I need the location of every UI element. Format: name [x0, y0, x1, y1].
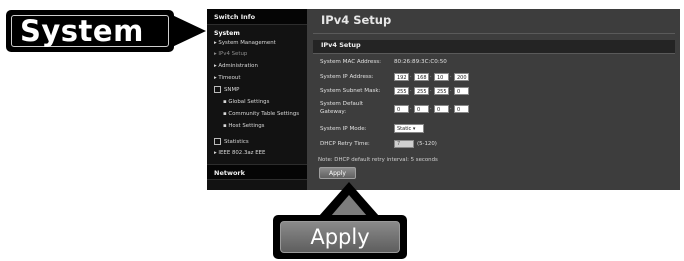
- default-gateway-label-line2: Gateway:: [320, 109, 347, 115]
- sidebar-item-label: Timeout: [218, 75, 241, 81]
- divider: [313, 33, 675, 34]
- system-callout-label: System: [20, 14, 144, 48]
- gateway-separator: .: [450, 105, 452, 111]
- sidebar-item-ieee-eee[interactable]: ▸ IEEE 802.3az EEE: [214, 150, 265, 156]
- sidebar-item-label: IEEE 802.3az EEE: [218, 150, 266, 156]
- expand-box-icon: [214, 138, 221, 145]
- subnet-mask-label: System Subnet Mask:: [320, 88, 381, 94]
- subnet-octet-3[interactable]: 255: [434, 87, 449, 95]
- gateway-octet-2[interactable]: 0: [414, 105, 429, 113]
- sidebar-item-label: Community Table Settings: [228, 111, 300, 117]
- mac-address-label: System MAC Address:: [320, 59, 382, 65]
- ip-separator: .: [450, 73, 452, 79]
- dhcp-retry-range: (5-120): [417, 141, 437, 147]
- sidebar-header-switch-info[interactable]: Switch Info: [207, 9, 307, 25]
- ip-separator: .: [410, 73, 412, 79]
- sidebar-item-system-management[interactable]: ▸ System Management: [214, 40, 276, 46]
- ip-octet-3[interactable]: 10: [434, 73, 449, 81]
- gateway-separator: .: [410, 105, 412, 111]
- dhcp-note: Note: DHCP default retry interval: 5 sec…: [318, 157, 438, 163]
- callout-pointer-arrow-inner: [331, 195, 367, 216]
- gateway-octet-3[interactable]: 0: [434, 105, 449, 113]
- sidebar-item-label: Administration: [218, 63, 258, 69]
- sidebar-header-network[interactable]: Network: [207, 164, 307, 180]
- subnet-separator: .: [450, 87, 452, 93]
- ip-octet-4[interactable]: 200: [454, 73, 469, 81]
- ip-mode-value: Static: [397, 126, 412, 132]
- subnet-octet-2[interactable]: 255: [414, 87, 429, 95]
- sidebar-item-label: SNMP: [224, 87, 240, 93]
- subnet-separator: .: [410, 87, 412, 93]
- section-header: IPv4 Setup: [313, 40, 675, 54]
- callout-pointer-arrow: [170, 14, 206, 48]
- gateway-octet-1[interactable]: 0: [394, 105, 409, 113]
- ip-octet-1[interactable]: 192: [394, 73, 409, 81]
- gateway-separator: .: [430, 105, 432, 111]
- sidebar-item-system[interactable]: System: [214, 30, 240, 37]
- ip-mode-select[interactable]: Static ▾: [394, 124, 424, 133]
- ip-mode-label: System IP Mode:: [320, 126, 367, 132]
- gateway-octet-4[interactable]: 0: [454, 105, 469, 113]
- dhcp-retry-input[interactable]: 7: [394, 140, 414, 148]
- sidebar-item-timeout[interactable]: ▸ Timeout: [214, 75, 240, 81]
- sidebar-item-host-settings[interactable]: ▪ Host Settings: [223, 123, 264, 129]
- chevron-down-icon: ▾: [412, 126, 416, 132]
- sidebar-item-community-table-settings[interactable]: ▪ Community Table Settings: [223, 111, 299, 117]
- dhcp-retry-label: DHCP Retry Time:: [320, 141, 370, 147]
- sidebar-item-ipv4-setup[interactable]: ▸ IPv4 Setup: [214, 51, 247, 57]
- sidebar-item-administration[interactable]: ▸ Administration: [214, 63, 258, 69]
- mac-address-value: 80:26:89:3C:C0:50: [394, 59, 447, 65]
- subnet-octet-1[interactable]: 255: [394, 87, 409, 95]
- page-title: IPv4 Setup: [321, 13, 392, 27]
- subnet-octet-4[interactable]: 0: [454, 87, 469, 95]
- sidebar-item-label: Host Settings: [228, 123, 265, 129]
- ip-octet-2[interactable]: 168: [414, 73, 429, 81]
- ip-separator: .: [430, 73, 432, 79]
- system-callout: System: [6, 10, 174, 52]
- default-gateway-label: System Default: [320, 101, 364, 107]
- sidebar-item-global-settings[interactable]: ▪ Global Settings: [223, 99, 269, 105]
- ip-address-label: System IP Address:: [320, 74, 374, 80]
- apply-callout: Apply: [273, 215, 407, 259]
- sidebar: Switch Info System ▸ System Management ▸…: [207, 9, 307, 190]
- sidebar-item-label: Statistics: [224, 139, 249, 145]
- sidebar-item-snmp[interactable]: SNMP: [214, 86, 239, 93]
- sidebar-item-statistics[interactable]: Statistics: [214, 138, 249, 145]
- section-title: IPv4 Setup: [321, 41, 361, 49]
- sidebar-item-label: Global Settings: [228, 99, 270, 105]
- apply-button[interactable]: Apply: [319, 167, 356, 179]
- sidebar-item-label: System Management: [218, 40, 276, 46]
- collapse-box-icon: [214, 86, 221, 93]
- apply-callout-label: Apply: [310, 225, 370, 249]
- sidebar-item-label: IPv4 Setup: [218, 51, 248, 57]
- apply-callout-button: Apply: [280, 221, 400, 253]
- subnet-separator: .: [430, 87, 432, 93]
